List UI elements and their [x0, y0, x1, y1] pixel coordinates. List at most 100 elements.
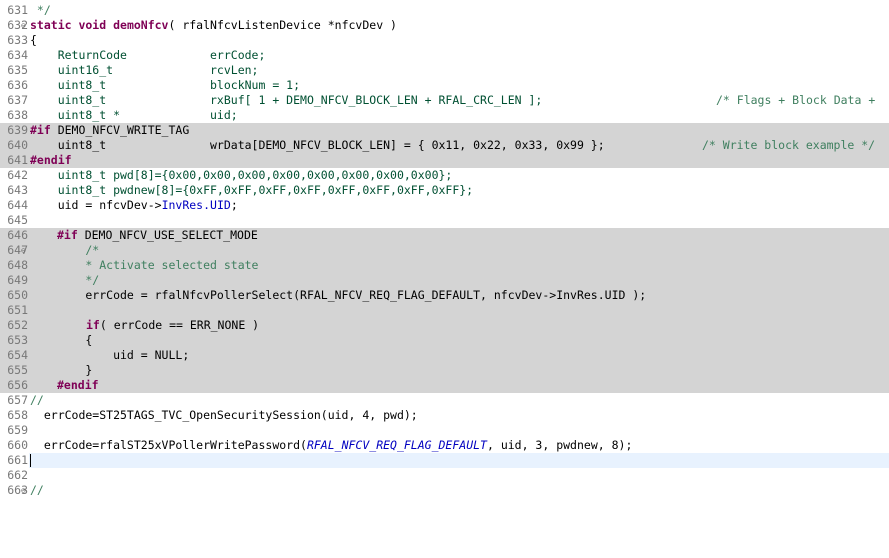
line-number: 643 [7, 183, 28, 197]
code-text: ReturnCode errCode; [30, 48, 266, 62]
fold-collapse-icon[interactable]: ⊖ [21, 18, 28, 33]
line-number: 650 [7, 288, 28, 302]
comment-text: */ [30, 273, 100, 287]
code-line-inactive: 649 */ [0, 273, 889, 288]
code-segment: DEMO_NFCV_WRITE_TAG [50, 123, 190, 137]
preprocessor-directive: #endif [30, 153, 72, 167]
code-segment: uint8_t wrData[DEMO_NFCV_BLOCK_LEN] = { … [30, 138, 605, 152]
line-number: 633 [7, 33, 28, 47]
line-number: 649 [7, 273, 28, 287]
code-text: uid = nfcvDev->InvRes.UID; [30, 198, 882, 213]
code-line-inactive: 640 uint8_t wrData[DEMO_NFCV_BLOCK_LEN] … [0, 138, 889, 153]
line-number: 646 [7, 228, 28, 242]
line-number: 637 [7, 93, 28, 107]
code-line: 636 uint8_t blockNum = 1; [0, 78, 889, 93]
comment-text: /* [30, 243, 100, 257]
code-line-inactive: 656 #endif [0, 378, 889, 393]
code-segment: uint8_t rxBuf[ 1 + DEMO_NFCV_BLOCK_LEN +… [30, 93, 543, 107]
code-text: } [30, 363, 93, 377]
code-line-current[interactable]: 661 [0, 453, 889, 468]
line-number: 645 [7, 213, 28, 227]
code-text: uint8_t pwdnew[8]={0xFF,0xFF,0xFF,0xFF,0… [30, 183, 474, 197]
line-number: 631 [7, 3, 28, 17]
code-text: #if DEMO_NFCV_USE_SELECT_MODE [57, 228, 889, 243]
code-line: 659 [0, 423, 889, 438]
line-number: 656 [7, 378, 28, 392]
code-segment: ( errCode == ERR_NONE ) [99, 318, 260, 332]
code-line-inactive: 648 * Activate selected state [0, 258, 889, 273]
code-text: static void demoNfcv( rfalNfcvListenDevi… [30, 18, 882, 33]
code-text: if( errCode == ERR_NONE ) [86, 318, 889, 333]
comment-text: /* Flags + Block Data + [716, 93, 876, 107]
code-line: 644 uid = nfcvDev->InvRes.UID; [0, 198, 889, 213]
line-number: 655 [7, 363, 28, 377]
code-line: 645 [0, 213, 889, 228]
comment-text: // [30, 393, 44, 407]
line-number: 648 [7, 258, 28, 272]
line-number: 634 [7, 48, 28, 62]
code-line: 635 uint16_t rcvLen; [0, 63, 889, 78]
struct-field: InvRes.UID [161, 198, 231, 212]
code-line-inactive: 647 ⊖ /* [0, 243, 889, 258]
code-line-inactive: 653 { [0, 333, 889, 348]
code-segment: errCode=rfalST25xVPollerWritePassword( [30, 438, 307, 452]
text-caret [30, 454, 31, 467]
comment-text: /* Write block example */ [702, 138, 876, 152]
code-line: 660 errCode=rfalST25xVPollerWritePasswor… [0, 438, 889, 453]
code-line: 657 // [0, 393, 889, 408]
code-line-inactive: 651 [0, 303, 889, 318]
code-text: uint8_t pwd[8]={0x00,0x00,0x00,0x00,0x00… [30, 168, 453, 182]
line-number: 640 [7, 138, 28, 152]
line-number: 654 [7, 348, 28, 362]
code-text: uint8_t rxBuf[ 1 + DEMO_NFCV_BLOCK_LEN +… [30, 93, 882, 108]
keyword: static void [30, 18, 114, 32]
function-name: demoNfcv [113, 18, 169, 32]
fold-collapse-icon[interactable]: ⊖ [21, 483, 28, 498]
line-number: 651 [7, 303, 28, 317]
comment-text: // [30, 483, 44, 497]
code-line: 633 { [0, 33, 889, 48]
line-number: 639 [7, 123, 28, 137]
line-number: 661 [0, 453, 29, 468]
line-number: 642 [7, 168, 28, 182]
line-number: 658 [7, 408, 28, 422]
code-line-inactive: 646 #if DEMO_NFCV_USE_SELECT_MODE [0, 228, 889, 243]
code-segment: uid = nfcvDev-> [30, 198, 162, 212]
code-text: uint16_t rcvLen; [30, 63, 259, 77]
code-text: errCode=rfalST25xVPollerWritePassword(RF… [30, 438, 882, 453]
code-line-inactive: 654 uid = NULL; [0, 348, 889, 363]
code-text: uint8_t blockNum = 1; [30, 78, 301, 92]
line-number: 635 [7, 63, 28, 77]
line-number: 653 [7, 333, 28, 347]
code-line-inactive: 655 } [0, 363, 889, 378]
code-line: 637 uint8_t rxBuf[ 1 + DEMO_NFCV_BLOCK_L… [0, 93, 889, 108]
code-text: #if DEMO_NFCV_WRITE_TAG [30, 123, 882, 138]
code-line-inactive: 652 if( errCode == ERR_NONE ) [0, 318, 889, 333]
line-number: 636 [7, 78, 28, 92]
code-editor[interactable]: 631 */ 632 ⊖ static void demoNfcv( rfalN… [0, 0, 889, 500]
fold-collapse-icon[interactable]: ⊖ [21, 243, 28, 258]
code-text: uint8_t * uid; [30, 108, 238, 122]
comment-text: */ [30, 3, 51, 17]
line-number: 638 [7, 108, 28, 122]
line-number: 644 [7, 198, 28, 212]
macro-constant: RFAL_NFCV_REQ_FLAG_DEFAULT [306, 438, 487, 452]
line-number: 652 [7, 318, 28, 332]
code-line: 658 errCode=ST25TAGS_TVC_OpenSecuritySes… [0, 408, 889, 423]
code-text[interactable] [30, 453, 882, 468]
line-number: 660 [7, 438, 28, 452]
preprocessor-directive: #if [57, 228, 78, 242]
code-text: { [30, 33, 37, 47]
code-line-inactive: 650 errCode = rfalNfcvPollerSelect(RFAL_… [0, 288, 889, 303]
line-number: 641 [7, 153, 28, 167]
code-line: 642 uint8_t pwd[8]={0x00,0x00,0x00,0x00,… [0, 168, 889, 183]
line-number: 662 [7, 468, 28, 482]
code-segment: DEMO_NFCV_USE_SELECT_MODE [77, 228, 258, 242]
keyword: if [86, 318, 100, 332]
code-line: 662 [0, 468, 889, 483]
code-text: uid = NULL; [30, 348, 190, 362]
code-line: 631 */ [0, 3, 889, 18]
code-segment: ; [230, 198, 238, 212]
code-line: 663 ⊖ // [0, 483, 889, 498]
